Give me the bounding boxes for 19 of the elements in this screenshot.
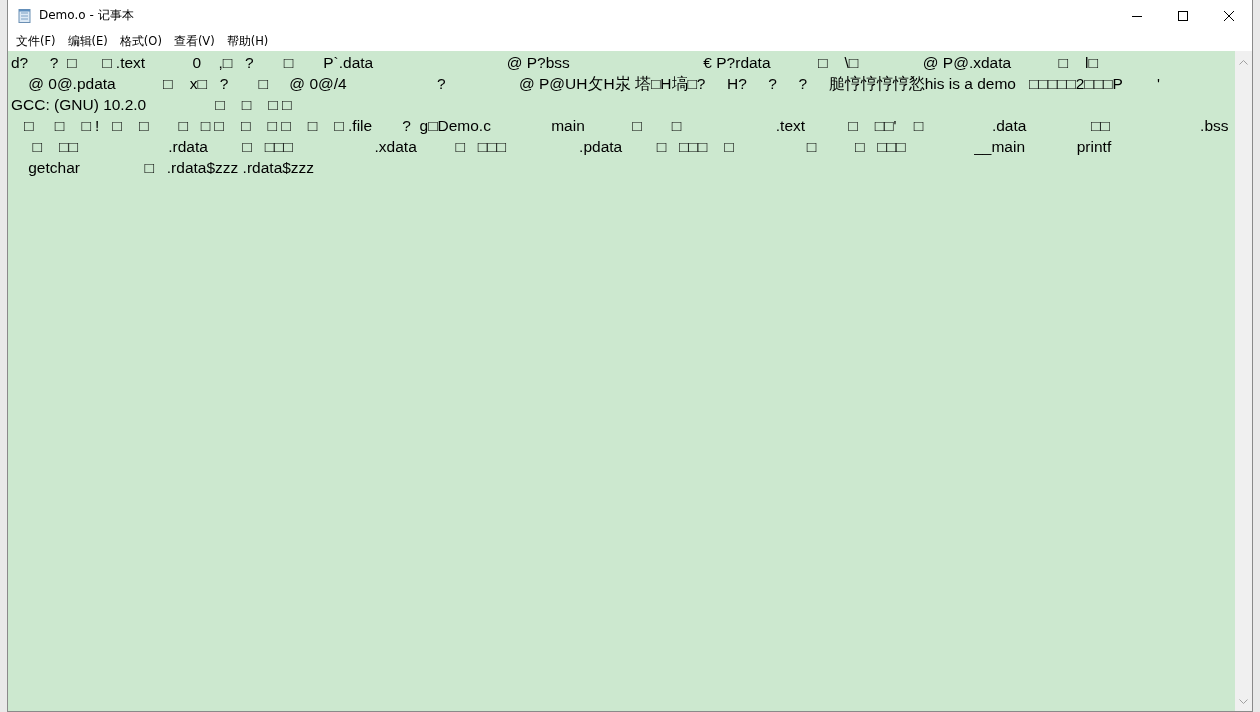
menu-item[interactable]: 帮助(H) <box>220 33 274 49</box>
close-icon <box>1224 10 1234 21</box>
notepad-icon <box>17 7 33 24</box>
scroll-down-icon[interactable] <box>1239 699 1248 705</box>
window-title: Demo.o - 记事本 <box>39 7 134 24</box>
text-area[interactable] <box>8 51 1235 711</box>
menu-item[interactable]: 编辑(E) <box>61 33 113 49</box>
menu-item[interactable]: 文件(F) <box>10 33 61 49</box>
maximize-icon <box>1178 10 1188 21</box>
text-line: □ □□ .rdata □ □□□ .xdata □ □□□ .pdata □ □□□ □ □ □ □□□ __main printf <box>31 137 1112 157</box>
text-line: GCC: (GNU) 10.2.0 □ □ □ □ <box>11 95 292 115</box>
text-line: @ 0@.pdata □ x□ ? □ @ 0@/4 ? @ P@UH攵H汖 塔□H塙□? H? ? ? 膇悙悙悙悙悐his is a demo □□□□□2□□□P ' <box>27 74 1160 94</box>
vertical-scrollbar[interactable] <box>1235 51 1252 711</box>
scroll-up-icon[interactable] <box>1239 59 1248 65</box>
menu-item[interactable]: 查看(V) <box>167 33 220 49</box>
text-line: getchar □ .rdata$zzz .rdata$zzz <box>27 158 315 178</box>
menu-item[interactable]: 格式(O) <box>113 33 167 49</box>
text-line: □ □ □ ! □ □ □ □ □ □ □ □ □ □ .file ? g□Demo.c main □ □ .text □ □□' □ .data □□ .bss <box>22 116 1229 136</box>
text-line: d? ? □ □ .text 0 ,□ ? □ P`.data @ P?bss € P?rdata □ \□ @ P@.xdata □ l□ <box>11 53 1098 73</box>
